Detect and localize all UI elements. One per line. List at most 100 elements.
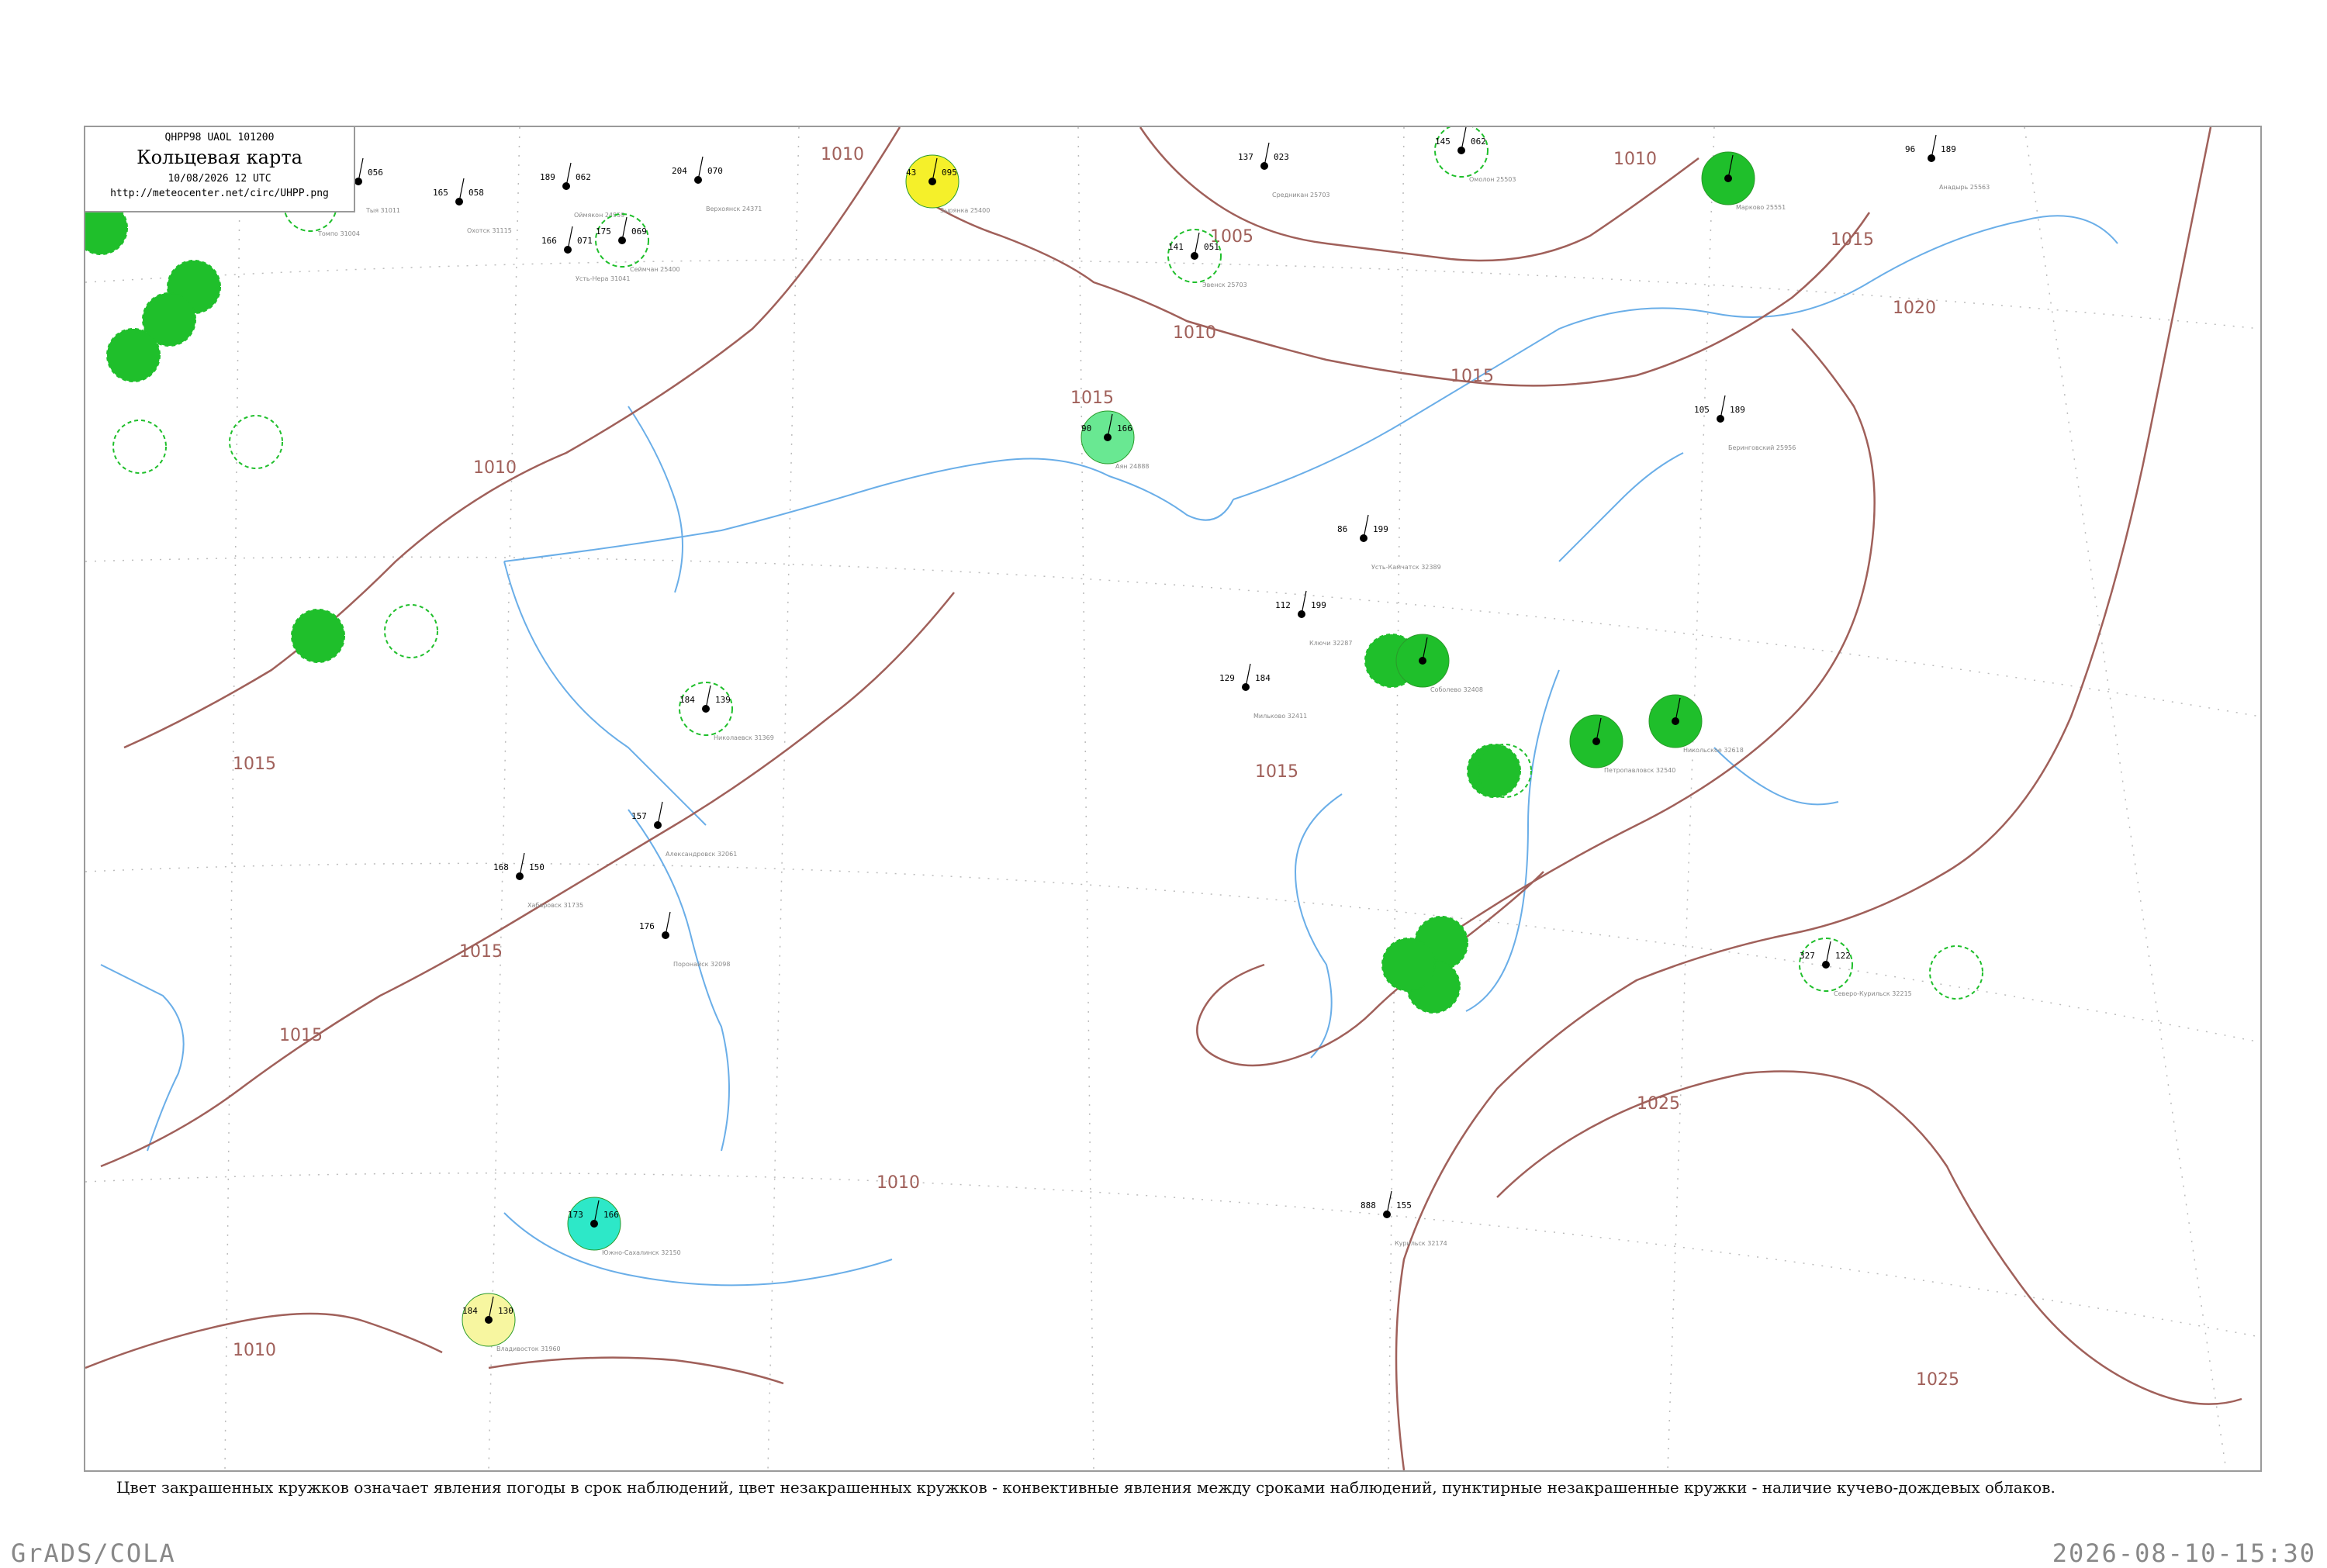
station-s26[interactable]: 184 139 Николаевск 31369: [679, 682, 774, 741]
station-name: Усть-Нера 31041: [576, 275, 630, 282]
station-temp: 165: [433, 188, 448, 198]
station-s9[interactable]: 137 023 Средникан 25703: [1238, 142, 1330, 199]
station-temp: 157: [631, 811, 647, 821]
station-s25[interactable]: 168 150 Хабаровск 31735: [493, 852, 583, 909]
station-pressure: 155: [1396, 1200, 1412, 1211]
station-temp: 129: [1219, 673, 1235, 683]
wind-barb: [1825, 941, 1831, 965]
station-pressure: 166: [1117, 423, 1132, 433]
weather-circle: [112, 420, 167, 474]
station-s22[interactable]: 327 122 Северо-Курильск 32215: [1799, 938, 1912, 997]
wind-barb: [697, 156, 704, 181]
station-s19[interactable]: Соболево 32408: [1395, 634, 1483, 693]
station-s3[interactable]: 165 058 Охотск 31115: [433, 178, 512, 234]
wind-barb: [1363, 514, 1369, 539]
station-s12[interactable]: Марково 25551: [1701, 151, 1786, 211]
station-s13[interactable]: 96 189 Анадырь 25563: [1905, 134, 1990, 191]
station-s24[interactable]: 184 130 Владивосток 31960: [462, 1293, 561, 1352]
isobar-label: 1025: [1916, 1370, 1959, 1390]
station-name: Зырянка 25400: [940, 207, 990, 214]
grads-credit: GrADS/COLA: [11, 1539, 176, 1568]
weather-circle: [291, 609, 345, 663]
isobar-label: 1010: [473, 458, 517, 478]
station-s6[interactable]: 175 069 Сеймчан 25400: [595, 213, 680, 273]
wind-barb: [621, 216, 628, 241]
station-name: Аян 24888: [1115, 463, 1150, 470]
wind-barb: [1931, 134, 1937, 159]
map-date: 10/08/2026 12 UTC: [168, 173, 271, 185]
station-pressure: 056: [368, 168, 383, 178]
station-temp: 137: [1238, 152, 1253, 162]
station-pressure: 199: [1311, 600, 1326, 610]
station-name: Усть-Камчатск 32389: [1371, 564, 1441, 571]
station-temp: 112: [1275, 600, 1291, 610]
station-s27[interactable]: 157 Александровск 32061: [631, 801, 737, 858]
isobar-labels: 1010 1010 1005 1010 1015 1015 1020 1010 …: [233, 145, 1959, 1390]
wind-barb: [1720, 395, 1726, 420]
station-temp: 86: [1337, 524, 1347, 534]
isobar-label: 1015: [279, 1026, 323, 1045]
station-s5[interactable]: 166 071 Усть-Нера 31041: [541, 226, 630, 282]
station-s28[interactable]: 176 Поронайск 32098: [639, 911, 730, 968]
station-s14[interactable]: 90 166 Аян 24888: [1081, 410, 1150, 470]
wind-barb: [1461, 127, 1467, 151]
station-temp: 176: [639, 921, 655, 931]
station-name: Владивосток 31960: [496, 1345, 561, 1352]
station-name: Никольское 32618: [1683, 747, 1744, 754]
station-name: Средникан 25703: [1272, 192, 1330, 199]
station-pressure: 150: [529, 862, 545, 872]
station-s10[interactable]: 145 062 Омолон 25503: [1434, 127, 1516, 183]
weather-circle: [106, 328, 161, 382]
station-s17[interactable]: 129 184 Мильково 32411: [1219, 663, 1307, 720]
station-pressure: 062: [576, 172, 591, 182]
station-temp: 96: [1905, 144, 1915, 154]
station-name: Тыя 31011: [365, 207, 400, 214]
synoptic-map: 1010 1010 1005 1010 1015 1015 1020 1010 …: [85, 127, 2260, 1470]
station-name: Эвенск 25703: [1202, 281, 1247, 288]
isobar-label: 1010: [1613, 150, 1657, 169]
wind-barb: [657, 801, 663, 826]
map-url[interactable]: http://meteocenter.net/circ/UHPP.png: [85, 188, 354, 199]
station-s21[interactable]: 105 189 Беринговский 25956: [1694, 395, 1796, 451]
wind-barb: [358, 157, 364, 182]
station-name: Александровск 32061: [666, 851, 737, 858]
weather-circle: [1381, 938, 1436, 992]
isobar-label: 1015: [1070, 389, 1114, 408]
station-pressure: 189: [1730, 405, 1745, 415]
station-name: Беринговский 25956: [1728, 444, 1796, 451]
station-temp: 141: [1168, 242, 1184, 252]
station-s15[interactable]: 86 199 Усть-Камчатск 32389: [1337, 514, 1441, 571]
wind-barb: [565, 162, 572, 187]
station-s23[interactable]: 173 166 Южно-Сахалинск 32150: [567, 1197, 681, 1256]
station-temp: 888: [1361, 1200, 1376, 1211]
station-pressure: 071: [577, 236, 593, 246]
isobar-label: 1010: [1173, 323, 1216, 343]
map-caption: Цвет закрашенных кружков означает явлени…: [116, 1478, 2056, 1497]
isobar-label: 1015: [1831, 230, 1874, 250]
station-s7[interactable]: 204 070 Верхоянск 24371: [672, 156, 762, 212]
station-temp: 184: [462, 1306, 478, 1316]
station-name: Томпо 31004: [317, 230, 360, 237]
station-s16[interactable]: 112 199 Ключи 32287: [1275, 590, 1352, 647]
timestamp: 2026-08-10-15:30: [2052, 1539, 2316, 1568]
station-s20[interactable]: Никольское 32618: [1648, 694, 1744, 754]
map-frame: 1010 1010 1005 1010 1015 1015 1020 1010 …: [84, 126, 2262, 1472]
weather-circle: [229, 415, 283, 469]
wind-barb: [1194, 232, 1200, 257]
station-pressure: 199: [1373, 524, 1388, 534]
station-s8[interactable]: 43 095 Зырянка 25400: [905, 154, 990, 214]
station-s4[interactable]: 189 062Оймякон 24959: [540, 162, 624, 219]
isobar-label: 1015: [1450, 367, 1494, 386]
isobar-label: 1010: [233, 1341, 276, 1360]
station-pressure: 122: [1835, 951, 1851, 961]
station-name: Анадырь 25563: [1939, 184, 1990, 191]
station-pressure: 184: [1255, 673, 1271, 683]
isobar-label: 1015: [233, 755, 276, 774]
station-name: Марково 25551: [1736, 204, 1786, 211]
station-name: Николаевск 31369: [714, 734, 774, 741]
wind-barb: [1245, 663, 1251, 688]
isobar-label: 1025: [1637, 1094, 1680, 1114]
isobars: [85, 127, 2242, 1470]
wind-barb: [458, 178, 465, 202]
weather-circle: [384, 604, 438, 658]
